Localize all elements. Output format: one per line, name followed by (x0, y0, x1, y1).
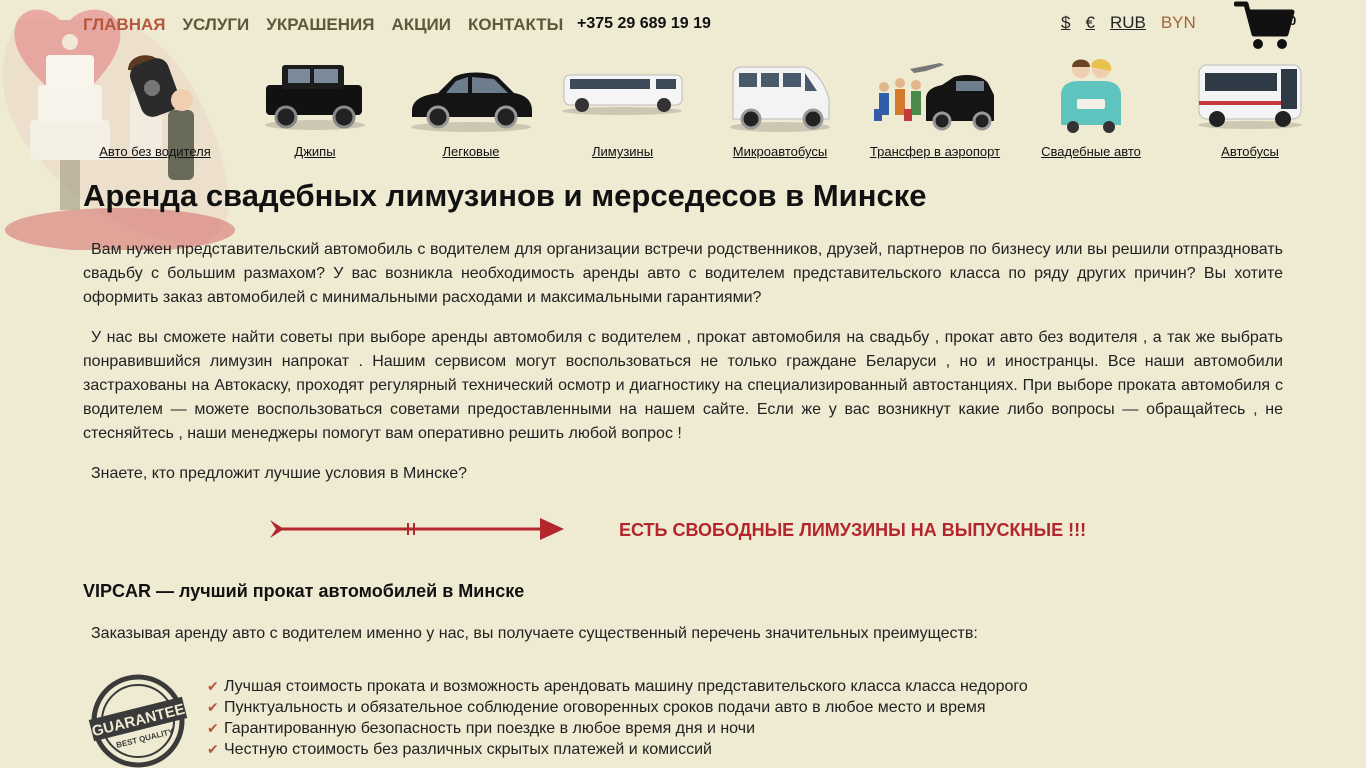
jeep-icon (265, 65, 365, 130)
category-limousines[interactable]: Лимузины (560, 55, 685, 159)
currency-switcher: $ € RUB BYN (1061, 13, 1211, 33)
category-label[interactable]: Лимузины (592, 144, 653, 159)
category-label[interactable]: Джипы (294, 144, 335, 159)
sedan-icon (411, 72, 532, 132)
category-strip: Авто без водителя Джипы Легковые Лимузин… (0, 55, 1366, 165)
benefits-intro: Заказывая аренду авто с водителем именно… (91, 625, 978, 642)
main-navigation: Главная Услуги Украшения Акции Контакты (83, 14, 580, 36)
section-title: VIPCAR — лучший прокат автомобилей в Мин… (83, 581, 525, 601)
question-paragraph: Знаете, кто предложит лучшие условия в М… (91, 465, 468, 482)
arrow-icon (270, 518, 564, 540)
check-icon: ✔ (207, 741, 219, 757)
category-jeeps[interactable]: Джипы (260, 55, 370, 159)
check-icon: ✔ (207, 678, 219, 694)
benefit-text: Пунктуальность и обязательное соблюдение… (224, 699, 986, 716)
category-label[interactable]: Трансфер в аэропорт (870, 144, 1000, 159)
check-icon: ✔ (207, 720, 219, 736)
currency-usd[interactable]: $ (1061, 13, 1070, 33)
category-label[interactable]: Свадебные авто (1041, 144, 1141, 159)
category-buses[interactable]: Автобусы (1195, 55, 1305, 159)
currency-rub[interactable]: RUB (1110, 13, 1146, 33)
nav-link-decorations[interactable]: Украшения (266, 15, 374, 35)
cart-count-badge: 0 (1289, 13, 1297, 28)
bus-icon (1198, 64, 1302, 129)
promo-banner[interactable]: ЕСТЬ СВОБОДНЫЕ ЛИМУЗИНЫ НА ВЫПУСКНЫЕ !!! (619, 520, 1086, 541)
category-label[interactable]: Автобусы (1221, 144, 1279, 159)
list-item: ✔ Честную стоимость без различных скрытых… (207, 739, 1028, 760)
benefits-list: ✔ Лучшая стоимость проката и возможность … (207, 676, 1028, 760)
benefit-text: Честную стоимость без различных скрытых … (224, 741, 712, 758)
service-paragraph: У нас вы сможете найти советы при выборе… (83, 329, 1283, 442)
nav-link-promotions[interactable]: Акции (391, 15, 451, 35)
wedding-car-icon (1061, 59, 1121, 133)
currency-byn[interactable]: BYN (1161, 13, 1196, 33)
nav-link-home[interactable]: Главная (83, 15, 165, 35)
category-label[interactable]: Легковые (442, 144, 499, 159)
category-car-without-driver[interactable]: Авто без водителя (95, 55, 215, 159)
category-minibuses[interactable]: Микроавтобусы (725, 55, 835, 159)
category-wedding-cars[interactable]: Свадебные авто (1041, 55, 1141, 159)
category-label[interactable]: Авто без водителя (99, 144, 211, 159)
intro-paragraph: Вам нужен представительский автомобиль с… (83, 241, 1283, 306)
list-item: ✔ Лучшая стоимость проката и возможность … (207, 676, 1028, 697)
nav-link-services[interactable]: Услуги (182, 15, 249, 35)
category-airport-transfer[interactable]: Трансфер в аэропорт (870, 55, 1000, 159)
car-key-icon (105, 55, 205, 135)
guarantee-badge-icon: GUARANTEE BEST QUALITY (88, 674, 188, 768)
check-icon: ✔ (207, 699, 219, 715)
airport-transfer-icon (874, 63, 994, 131)
minibus-icon (730, 66, 830, 132)
nav-link-contacts[interactable]: Контакты (468, 15, 563, 35)
benefit-text: Лучшая стоимость проката и возможность а… (224, 678, 1028, 695)
category-sedans[interactable]: Легковые (406, 55, 536, 159)
list-item: ✔ Гарантированную безопасность при поездк… (207, 718, 1028, 739)
phone-number[interactable]: +375 29 689 19 19 (577, 15, 711, 33)
benefit-text: Гарантированную безопасность при поездке… (224, 720, 755, 737)
page-title: Аренда свадебных лимузинов и мерседесов … (83, 178, 927, 213)
list-item: ✔ Пунктуальность и обязательное соблюдени… (207, 697, 1028, 718)
category-label[interactable]: Микроавтобусы (733, 144, 828, 159)
currency-eur[interactable]: € (1085, 13, 1094, 33)
limousine-icon (562, 74, 683, 115)
